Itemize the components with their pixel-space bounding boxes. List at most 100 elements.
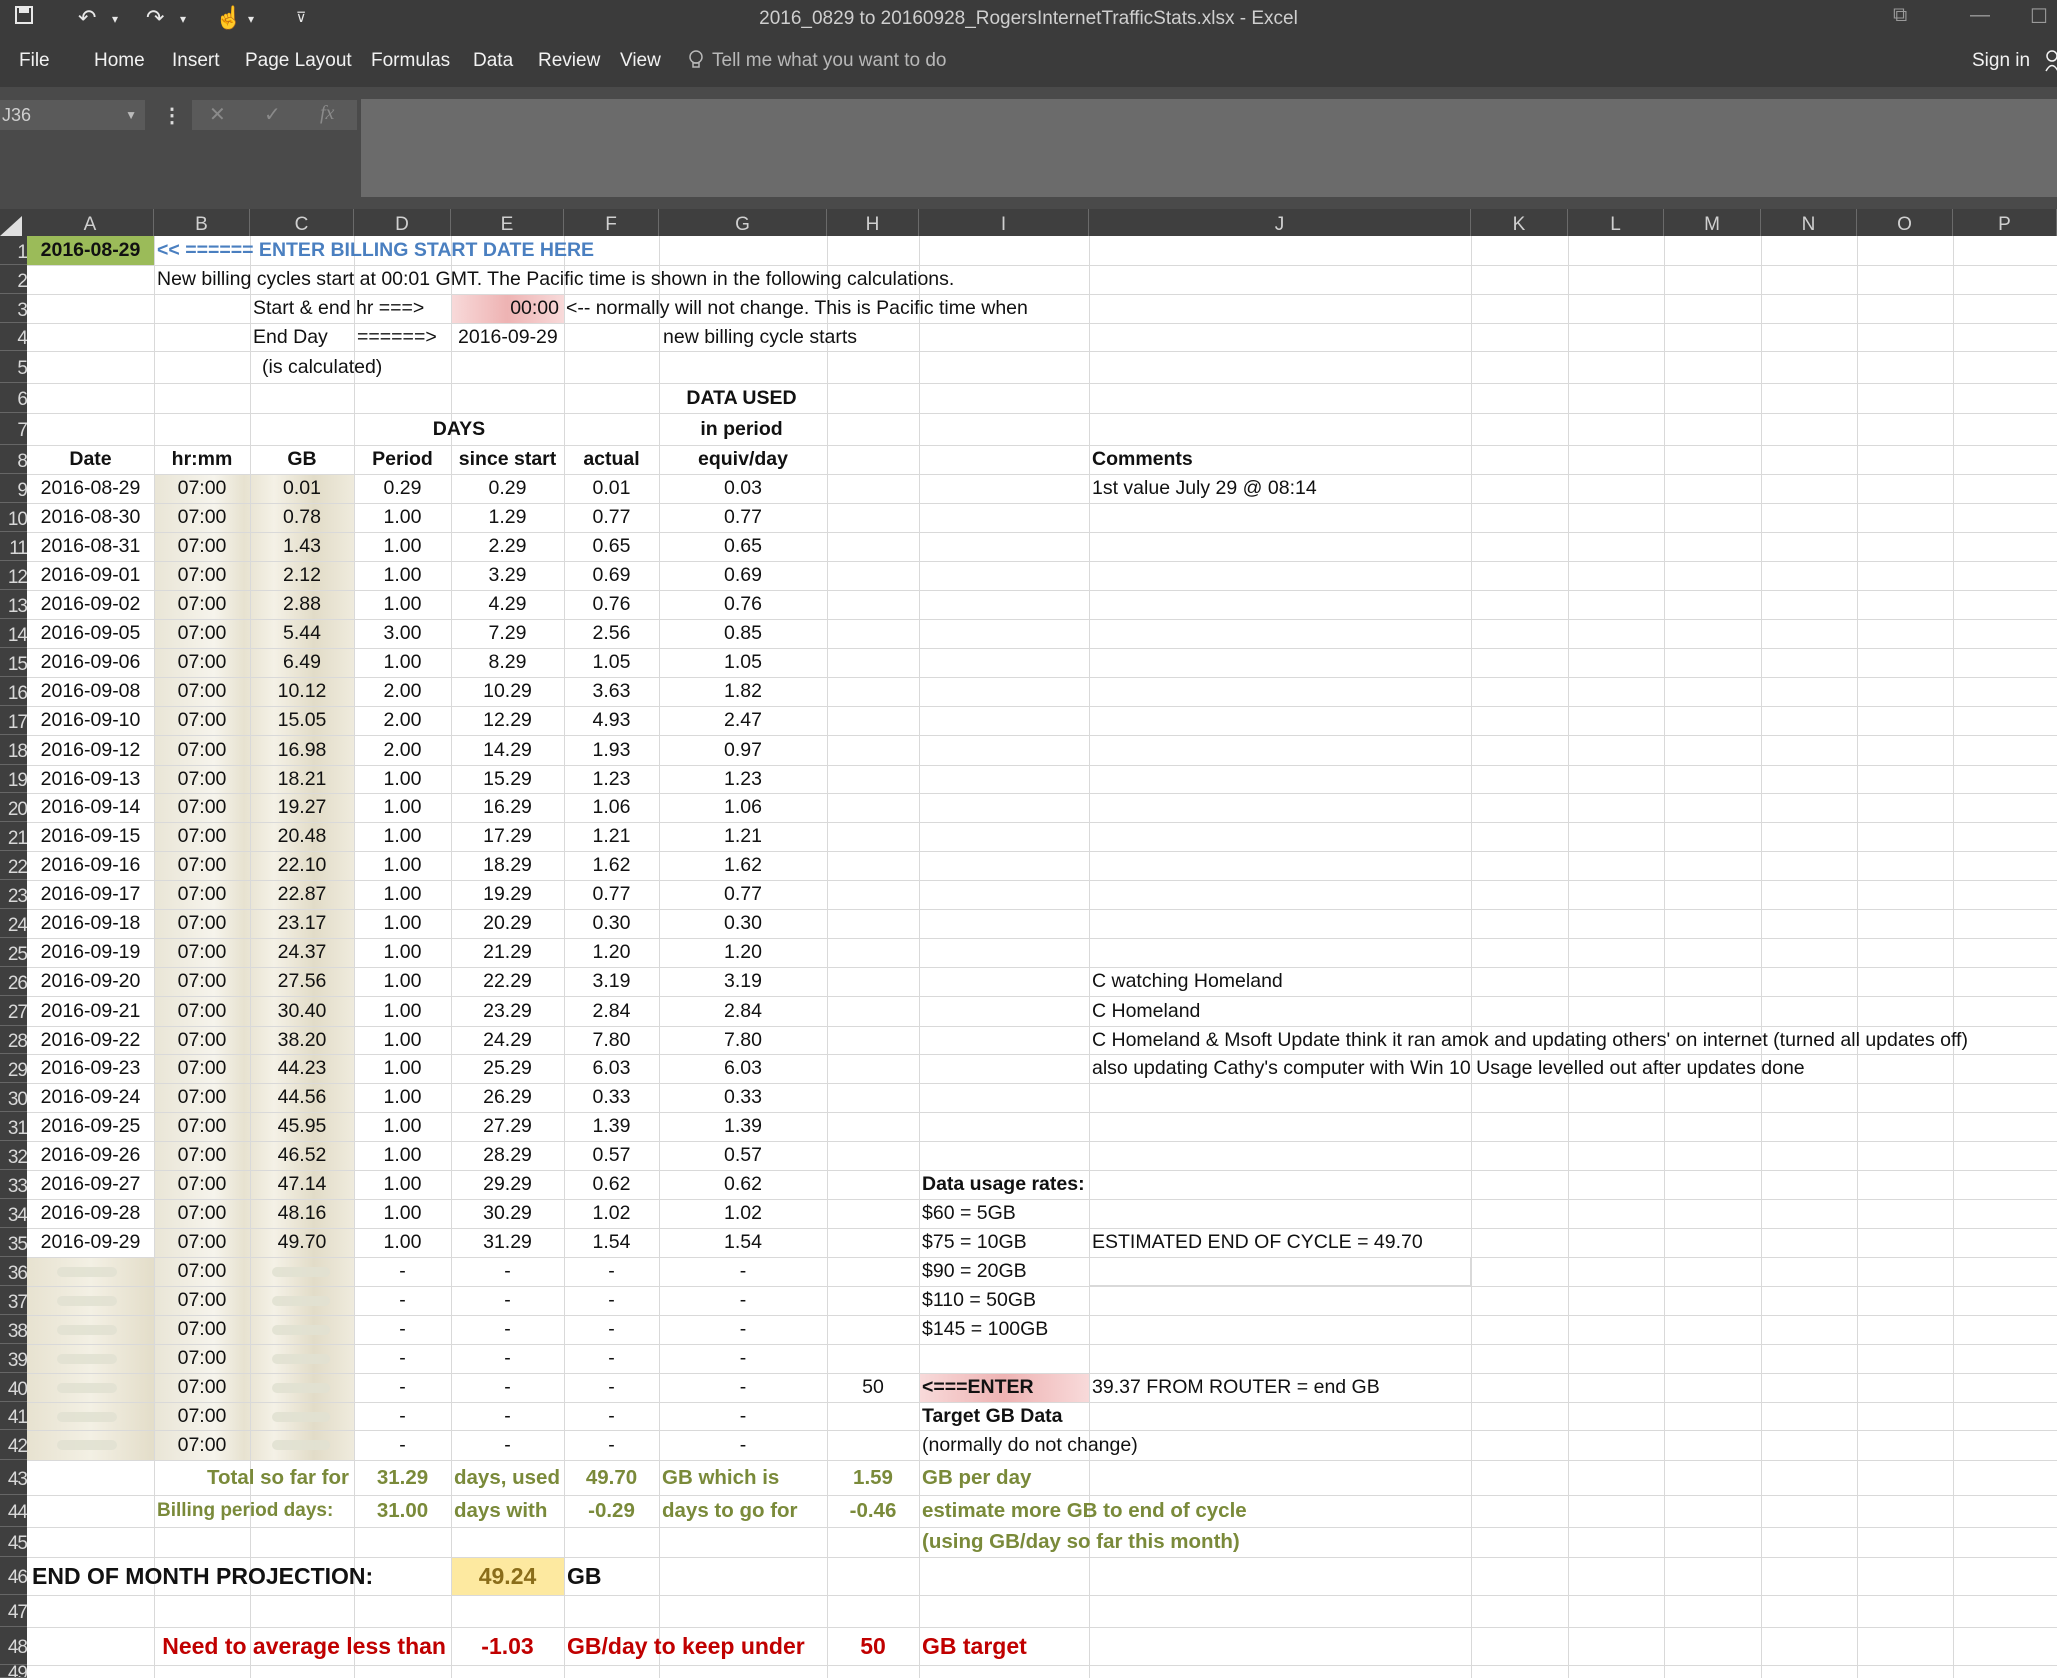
name-box[interactable]: J36 ▼ [0,100,145,130]
column-header-l[interactable]: L [1568,209,1664,236]
row-header-16[interactable]: 16 [0,677,27,706]
row-header-39[interactable]: 39 [0,1344,27,1373]
enter-icon[interactable]: ✓ [264,102,281,127]
row-header-18[interactable]: 18 [0,735,27,765]
row-header-26[interactable]: 26 [0,967,27,996]
cell-period: - [399,1260,406,1282]
row-header-36[interactable]: 36 [0,1257,27,1286]
worksheet-grid[interactable]: 2016-08-29 << ====== ENTER BILLING START … [27,236,2057,1678]
column-header-c[interactable]: C [250,209,354,236]
row-header-20[interactable]: 20 [0,793,27,822]
select-all-icon[interactable] [0,216,22,236]
tab-review[interactable]: Review [538,50,600,72]
row-header-38[interactable]: 38 [0,1315,27,1344]
sign-in-link[interactable]: Sign in [1972,50,2030,72]
insert-function-icon[interactable]: fx [320,102,334,125]
row-header-2[interactable]: 2 [0,265,27,294]
column-header-a[interactable]: A [27,209,154,236]
person-icon[interactable] [2045,50,2057,78]
row-header-47[interactable]: 47 [0,1595,27,1627]
tab-formulas[interactable]: Formulas [371,50,450,72]
more-options-icon[interactable]: ⋮ [162,103,182,128]
row-header-25[interactable]: 25 [0,938,27,967]
cell-period: 1.00 [383,796,422,818]
grid-line-vertical [1089,236,1090,1678]
row-header-48[interactable]: 48 [0,1627,27,1665]
tab-view[interactable]: View [620,50,661,72]
row-header-28[interactable]: 28 [0,1026,27,1054]
row-header-42[interactable]: 42 [0,1430,27,1460]
restore-icon[interactable]: ⧉ [1893,4,1907,27]
column-header-d[interactable]: D [354,209,451,236]
column-header-j[interactable]: J [1089,209,1471,236]
row-header-34[interactable]: 34 [0,1199,27,1228]
row-header-19[interactable]: 19 [0,765,27,793]
row-header-12[interactable]: 12 [0,561,27,590]
row-header-44[interactable]: 44 [0,1495,27,1527]
cell-date: 2016-09-16 [40,854,141,876]
row-header-8[interactable]: 8 [0,445,27,474]
target-gb-input[interactable]: 50 [827,1373,919,1402]
row-header-15[interactable]: 15 [0,648,27,677]
chevron-down-icon[interactable]: ▼ [125,100,137,130]
column-header-g[interactable]: G [659,209,827,236]
row-header-14[interactable]: 14 [0,619,27,648]
row-header-31[interactable]: 31 [0,1112,27,1141]
formula-input[interactable] [361,99,2057,197]
column-header-k[interactable]: K [1471,209,1568,236]
column-header-f[interactable]: F [564,209,659,236]
row-header-43[interactable]: 43 [0,1460,27,1495]
row-header-45[interactable]: 45 [0,1527,27,1557]
row-header-5[interactable]: 5 [0,351,27,383]
row-header-7[interactable]: 7 [0,413,27,445]
column-header-p[interactable]: P [1953,209,2057,236]
row-header-23[interactable]: 23 [0,880,27,909]
cell-date: 2016-09-27 [40,1173,141,1195]
row-header-27[interactable]: 27 [0,996,27,1026]
row-header-11[interactable]: 11 [0,532,27,561]
row-header-17[interactable]: 17 [0,706,27,735]
row-header-13[interactable]: 13 [0,590,27,619]
column-header-h[interactable]: H [827,209,919,236]
row-header-35[interactable]: 35 [0,1228,27,1257]
row-header-32[interactable]: 32 [0,1141,27,1170]
row-header-37[interactable]: 37 [0,1286,27,1315]
row-header-3[interactable]: 3 [0,294,27,323]
tab-data[interactable]: Data [473,50,513,72]
row-header-6[interactable]: 6 [0,383,27,413]
grid-line-horizontal [27,1344,2057,1345]
tell-me-search[interactable]: Tell me what you want to do [712,50,946,72]
tab-insert[interactable]: Insert [172,50,220,72]
cell-since-start: 10.29 [483,680,532,702]
column-header-o[interactable]: O [1857,209,1953,236]
row-header-29[interactable]: 29 [0,1054,27,1083]
active-cell[interactable] [1089,1257,1471,1286]
tab-file[interactable]: File [19,50,50,72]
column-header-m[interactable]: M [1664,209,1761,236]
column-header-n[interactable]: N [1761,209,1857,236]
column-header-b[interactable]: B [154,209,250,236]
cancel-icon[interactable]: ✕ [209,102,226,127]
row-header-10[interactable]: 10 [0,503,27,532]
cell-since-start: 4.29 [488,593,527,615]
minimize-icon[interactable]: — [1970,4,1990,27]
row-header-1[interactable]: 1 [0,236,27,265]
row-header-22[interactable]: 22 [0,851,27,880]
row-header-4[interactable]: 4 [0,323,27,351]
row-header-41[interactable]: 41 [0,1402,27,1430]
row-header-49[interactable]: 49 [0,1665,27,1678]
row-header-33[interactable]: 33 [0,1170,27,1199]
tab-home[interactable]: Home [94,50,145,72]
column-header-e[interactable]: E [451,209,564,236]
tab-page-layout[interactable]: Page Layout [245,50,352,72]
row-header-30[interactable]: 30 [0,1083,27,1112]
column-header-i[interactable]: I [919,209,1089,236]
row-header-9[interactable]: 9 [0,474,27,503]
maximize-icon[interactable]: ☐ [2030,4,2048,29]
cell-time: 07:00 [177,506,227,528]
row-header-24[interactable]: 24 [0,909,27,938]
cell-period: 0.29 [383,477,422,499]
row-header-40[interactable]: 40 [0,1373,27,1402]
row-header-46[interactable]: 46 [0,1557,27,1595]
row-header-21[interactable]: 21 [0,822,27,851]
